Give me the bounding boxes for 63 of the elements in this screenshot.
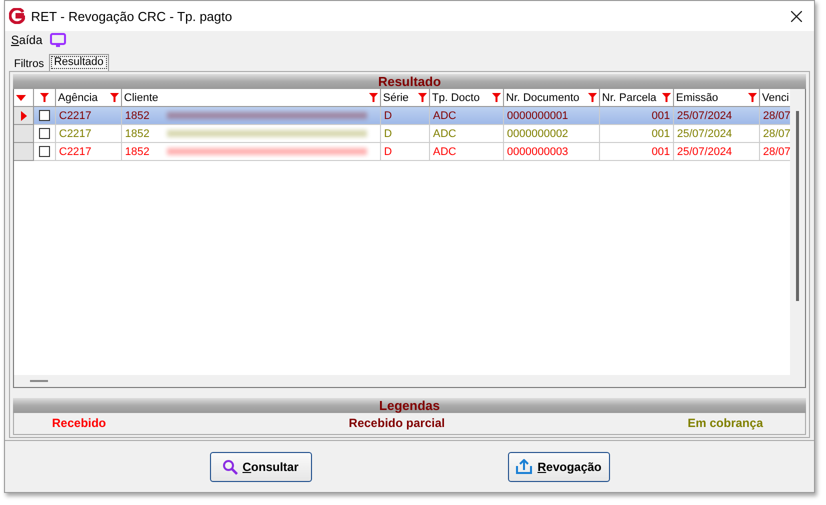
header-cell[interactable] [34,89,56,107]
column-header[interactable]: Série [381,89,430,107]
legend-item: Recebido parcial [348,416,445,430]
caret-icon[interactable] [16,94,26,100]
client-code: 1852 [125,146,150,158]
table-cell: ADC [430,125,504,143]
close-icon [790,10,802,22]
column-header[interactable]: Nr. Parcela [600,89,674,107]
legend-item: Em cobrança [688,416,763,430]
table-cell: D [381,125,430,143]
menu-item[interactable]: Saída [11,33,42,47]
table-cell: D [381,107,430,125]
client-code: 1852 [125,110,150,122]
current-row-icon [20,110,26,120]
horizontal-scrollbar[interactable] [14,375,790,387]
upload-icon [515,458,534,474]
table-cell: ADC [430,143,504,161]
filter-icon[interactable] [418,93,427,102]
table-cell: 0000000002 [504,125,600,143]
filter-icon[interactable] [748,93,757,102]
table-cell: ADC [430,107,504,125]
filter-icon[interactable] [492,93,501,102]
header-cell[interactable] [14,89,34,107]
action-button[interactable]: Revogação [508,452,610,482]
checkbox[interactable] [39,128,50,139]
table-cell: 001 [600,125,674,143]
client-code: 1852 [125,128,150,140]
app-logo-icon [9,8,25,24]
table-cell: 0000000001 [504,107,600,125]
column-header[interactable]: Tp. Docto [430,89,504,107]
vertical-scrollbar[interactable] [790,89,805,387]
grid-title: Resultado [13,74,806,89]
table-cell: C2217 [56,143,122,161]
table-cell: 0000000003 [504,143,600,161]
table-cell: 25/07/2024 [674,143,760,161]
table-cell: D [381,143,430,161]
table-cell: C2217 [56,107,122,125]
legend-title: Legendas [13,398,806,413]
tab[interactable]: Filtros [9,56,49,71]
monitor-icon[interactable] [50,33,66,47]
filter-icon[interactable] [40,93,49,102]
column-header[interactable]: Emissão [674,89,760,107]
filter-icon[interactable] [588,93,597,102]
window-title: RET - Revogação CRC - Tp. pagto [31,8,234,24]
row-indicator[interactable] [14,107,34,125]
filter-icon[interactable] [662,93,671,102]
table-cell: 25/07/2024 [674,107,760,125]
search-button[interactable]: Consultar [210,452,312,482]
tab[interactable]: Resultado [48,54,108,71]
column-header[interactable]: Cliente [122,89,381,107]
table-cell: 28/07 [760,107,790,125]
table-cell: 001 [600,143,674,161]
column-header[interactable]: Agência [56,89,122,107]
checkbox[interactable] [39,146,50,157]
search-icon [222,458,238,474]
table-cell: 001 [600,107,674,125]
column-header[interactable]: Nr. Documento [504,89,600,107]
table-cell: C2217 [56,125,122,143]
filter-icon[interactable] [110,93,119,102]
table-cell: 25/07/2024 [674,125,760,143]
filter-icon[interactable] [369,93,378,102]
checkbox[interactable] [39,110,50,121]
legend-item: Recebido [52,416,106,430]
